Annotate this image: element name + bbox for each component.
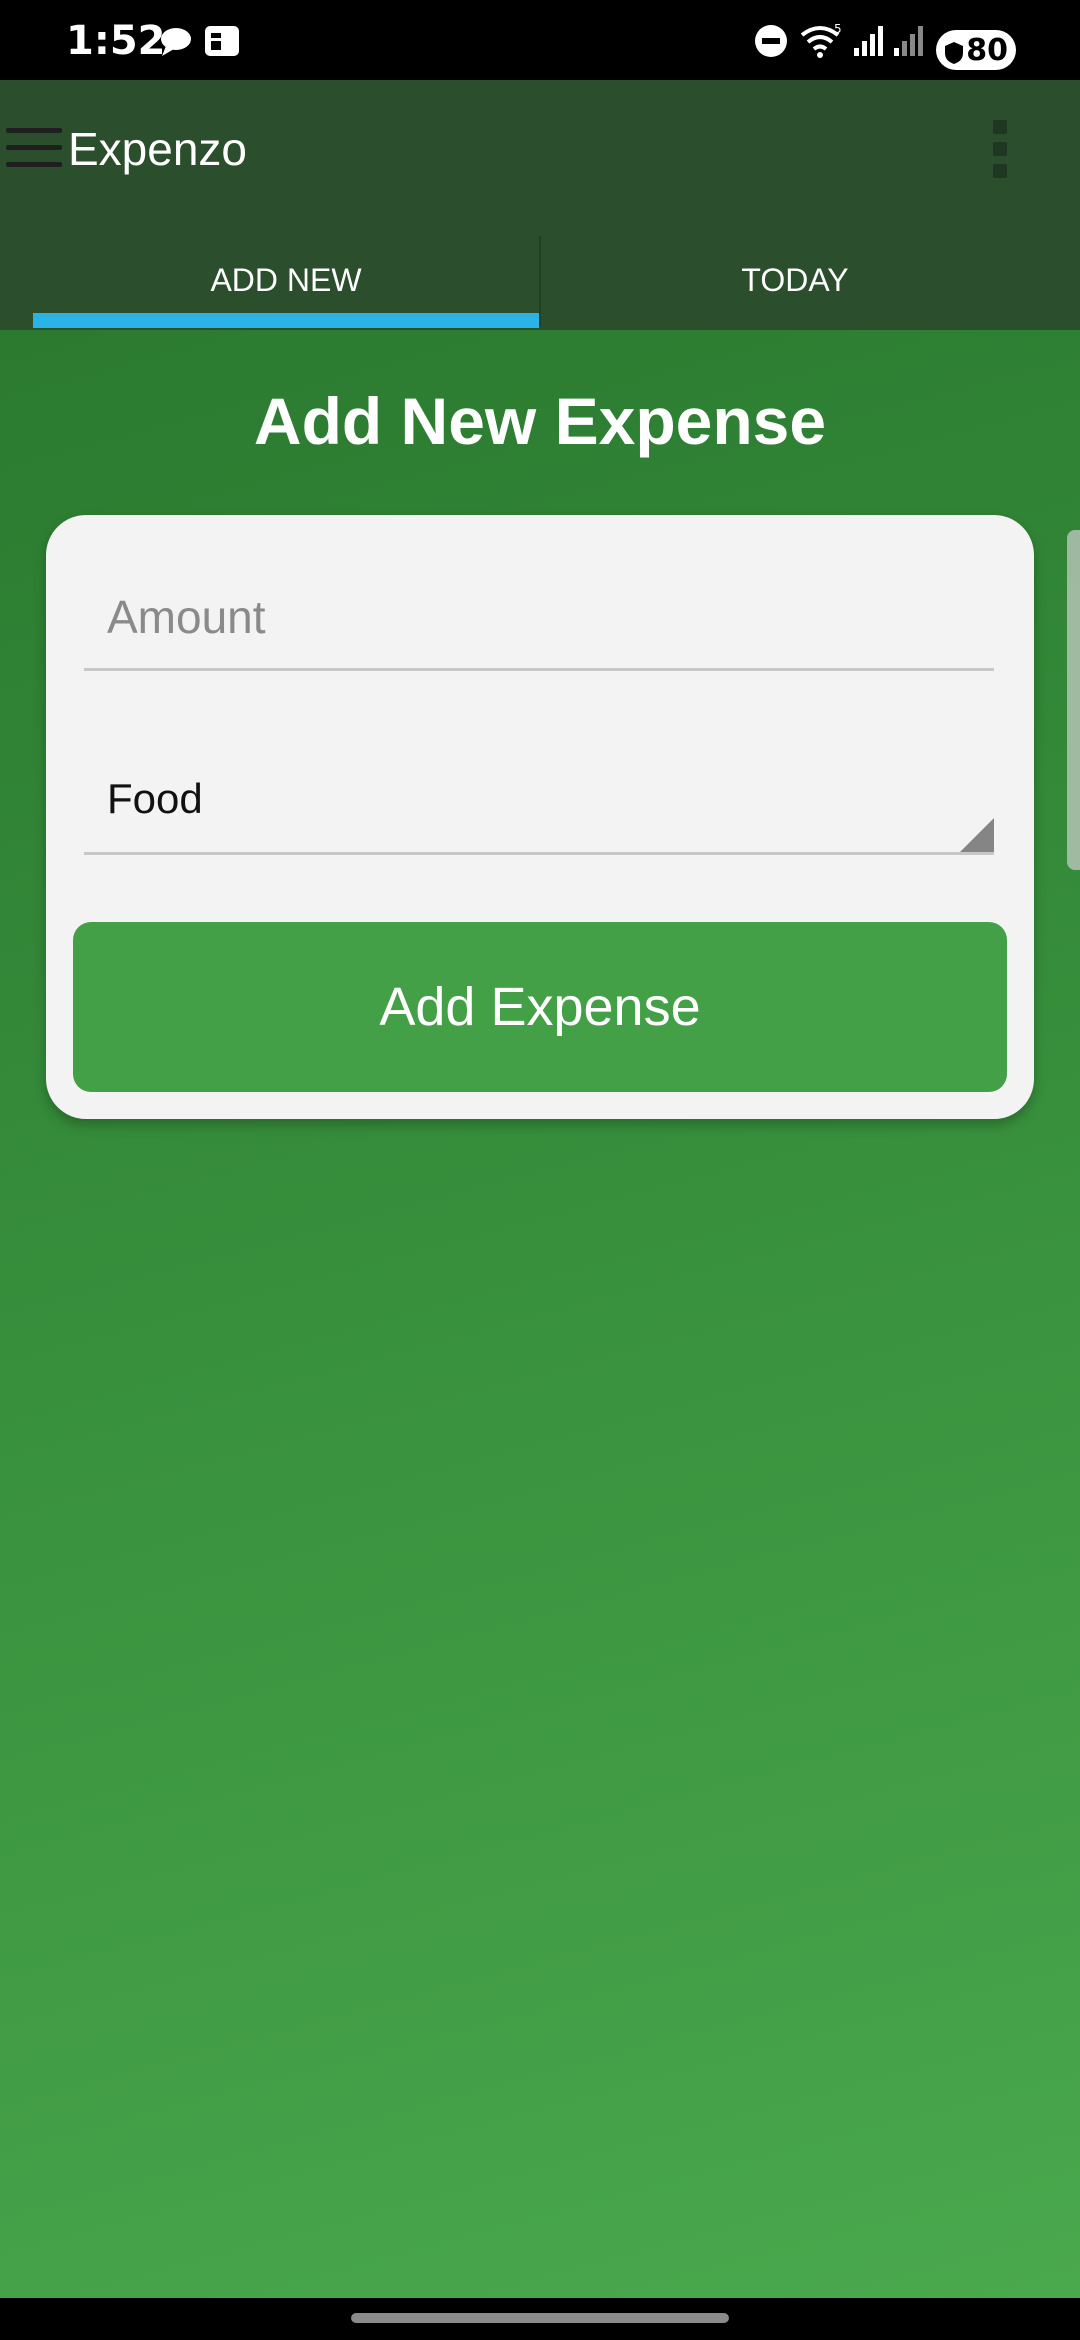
status-bar: 1:52 5 80: [0, 0, 1080, 80]
news-icon: [204, 22, 240, 60]
app-title: Expenzo: [68, 123, 248, 175]
shield-icon: [944, 38, 964, 73]
battery-level: 80: [966, 32, 1008, 68]
category-dropdown[interactable]: Food: [84, 745, 994, 855]
menu-icon[interactable]: [6, 128, 62, 179]
tab-today[interactable]: TODAY: [540, 230, 1050, 330]
signal-icon: [852, 22, 886, 60]
tab-indicator: [33, 313, 539, 328]
chat-icon: [158, 22, 194, 60]
page-title: Add New Expense: [253, 384, 827, 458]
signal-icon: [892, 22, 926, 60]
do-not-disturb-icon: [754, 22, 788, 60]
scroll-indicator[interactable]: [1067, 530, 1080, 870]
add-expense-button[interactable]: Add Expense: [73, 922, 1007, 1092]
home-handle[interactable]: [351, 2313, 729, 2323]
amount-input[interactable]: [84, 565, 994, 671]
dropdown-arrow-icon: [960, 818, 994, 852]
category-selected-value: Food: [107, 775, 203, 822]
svg-text:5: 5: [834, 23, 842, 36]
status-time: 1:52: [66, 18, 166, 64]
more-options-icon[interactable]: [993, 120, 1007, 186]
battery-indicator: 80: [936, 30, 1016, 70]
wifi-icon: 5: [800, 22, 846, 60]
